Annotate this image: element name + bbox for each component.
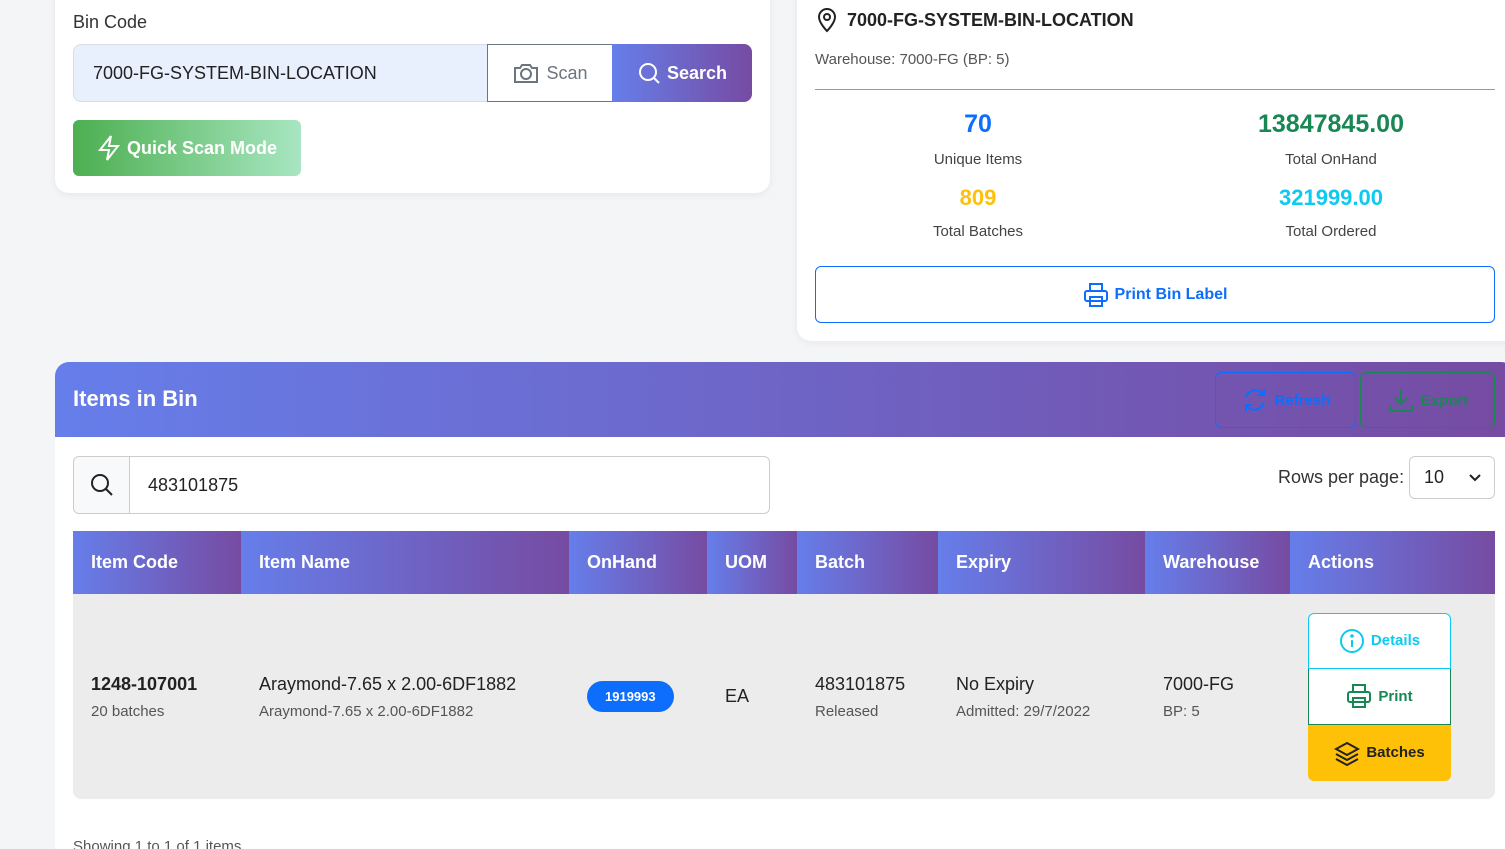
bin-code-input[interactable]: 7000-FG-SYSTEM-BIN-LOCATION — [73, 44, 488, 102]
batches-button[interactable]: Batches — [1308, 724, 1451, 781]
rows-per-page-label: Rows per page: — [1278, 467, 1405, 487]
cell-item-name: Araymond-7.65 x 2.00-6DF1882 Araymond-7.… — [241, 594, 569, 799]
warehouse-info: Warehouse: 7000-FG (BP: 5) — [815, 51, 1010, 68]
refresh-label: Refresh — [1274, 391, 1331, 409]
cell-batch: 483101875 Released — [797, 594, 938, 799]
total-batches-value: 809 — [959, 185, 997, 210]
export-button[interactable]: Export — [1360, 372, 1495, 428]
divider — [815, 89, 1495, 90]
stat-total-onhand: 13847845.00 Total OnHand — [1181, 110, 1481, 168]
cell-actions: Details Print Batches — [1290, 594, 1495, 799]
camera-icon — [514, 64, 539, 83]
refresh-button[interactable]: Refresh — [1215, 372, 1356, 428]
uom: EA — [725, 686, 750, 706]
location-title: 7000-FG-SYSTEM-BIN-LOCATION — [815, 7, 1134, 33]
search-icon — [638, 63, 660, 84]
items-in-bin-panel: Items in Bin Refresh Export 483101875 Ro… — [55, 362, 1505, 849]
layers-icon — [1334, 741, 1361, 766]
cell-expiry: No Expiry Admitted: 29/7/2022 — [938, 594, 1145, 799]
location-name: 7000-FG-SYSTEM-BIN-LOCATION — [847, 9, 1134, 30]
scan-button[interactable]: Scan — [487, 44, 613, 102]
col-item-code[interactable]: Item Code — [73, 531, 241, 594]
pagination-info: Showing 1 to 1 of 1 items — [73, 838, 242, 849]
cell-item-code: 1248-107001 20 batches — [73, 594, 241, 799]
stat-unique-items: 70 Unique Items — [828, 110, 1128, 168]
printer-icon — [1083, 282, 1108, 307]
table-row: 1248-107001 20 batches Araymond-7.65 x 2… — [73, 594, 1495, 799]
total-batches-label: Total Batches — [932, 223, 1024, 240]
stat-total-ordered: 321999.00 Total Ordered — [1181, 185, 1481, 240]
scan-label: Scan — [546, 62, 588, 83]
cell-uom: EA — [707, 594, 797, 799]
location-pin-icon — [817, 8, 837, 33]
bin-code-label: Bin Code — [73, 12, 148, 32]
total-onhand-label: Total OnHand — [1285, 151, 1377, 168]
search-button[interactable]: Search — [612, 44, 752, 102]
quick-scan-mode-button[interactable]: Quick Scan Mode — [73, 120, 301, 176]
bin-search-card: Bin Code 7000-FG-SYSTEM-BIN-LOCATION Sca… — [55, 0, 770, 193]
total-ordered-label: Total Ordered — [1285, 223, 1377, 240]
details-button[interactable]: Details — [1308, 612, 1451, 669]
col-item-name[interactable]: Item Name — [241, 531, 569, 594]
refresh-icon — [1244, 389, 1265, 411]
chevron-down-icon — [1469, 473, 1481, 481]
print-bin-label-button[interactable]: Print Bin Label — [815, 266, 1495, 323]
items-header: Items in Bin Refresh Export — [55, 362, 1505, 437]
col-onhand[interactable]: OnHand — [569, 531, 707, 594]
cell-warehouse: 7000-FG BP: 5 — [1145, 594, 1290, 799]
printer-icon — [1347, 684, 1372, 708]
items-title: Items in Bin — [73, 386, 198, 411]
unique-items-label: Unique Items — [933, 151, 1023, 168]
export-label: Export — [1420, 391, 1469, 409]
print-bin-label-text: Print Bin Label — [1114, 285, 1228, 303]
rows-per-page-value: 10 — [1424, 467, 1445, 487]
details-label: Details — [1370, 632, 1421, 649]
bin-summary-card: 7000-FG-SYSTEM-BIN-LOCATION Warehouse: 7… — [797, 0, 1505, 341]
items-table: Item Code Item Name OnHand UOM Batch Exp… — [73, 531, 1495, 799]
print-button[interactable]: Print — [1308, 668, 1451, 725]
batch-number: 483101875 — [815, 673, 906, 694]
batches-label: Batches — [1366, 744, 1425, 761]
item-name: Araymond-7.65 x 2.00-6DF1882 — [259, 673, 517, 694]
total-ordered-value: 321999.00 — [1279, 185, 1383, 210]
item-filter-input[interactable]: 483101875 — [130, 457, 769, 513]
item-code: 1248-107001 — [91, 673, 198, 694]
cell-onhand: 1919993 — [569, 594, 707, 799]
bp: BP: 5 — [1163, 702, 1200, 720]
info-icon — [1339, 628, 1364, 653]
col-batch[interactable]: Batch — [797, 531, 938, 594]
col-uom[interactable]: UOM — [707, 531, 797, 594]
rows-per-page-select[interactable]: 10 — [1409, 456, 1495, 499]
item-filter: 483101875 — [73, 456, 770, 514]
table-header: Item Code Item Name OnHand UOM Batch Exp… — [73, 531, 1495, 594]
batches-count: 20 batches — [91, 702, 165, 720]
onhand-badge: 1919993 — [587, 681, 674, 712]
admitted-date: Admitted: 29/7/2022 — [956, 702, 1091, 720]
col-expiry[interactable]: Expiry — [938, 531, 1145, 594]
item-description: Araymond-7.65 x 2.00-6DF1882 — [259, 702, 474, 720]
unique-items-value: 70 — [964, 110, 992, 138]
search-label: Search — [666, 62, 728, 83]
stat-total-batches: 809 Total Batches — [828, 185, 1128, 240]
expiry: No Expiry — [956, 673, 1035, 694]
download-icon — [1388, 389, 1413, 412]
col-actions: Actions — [1290, 531, 1495, 594]
batch-status: Released — [815, 702, 879, 720]
col-warehouse[interactable]: Warehouse — [1145, 531, 1290, 594]
filter-search-icon — [74, 457, 130, 513]
quick-scan-label: Quick Scan Mode — [126, 137, 278, 158]
total-onhand-value: 13847845.00 — [1258, 110, 1404, 138]
lightning-icon — [97, 135, 121, 161]
warehouse: 7000-FG — [1163, 673, 1235, 694]
print-label: Print — [1378, 687, 1413, 705]
